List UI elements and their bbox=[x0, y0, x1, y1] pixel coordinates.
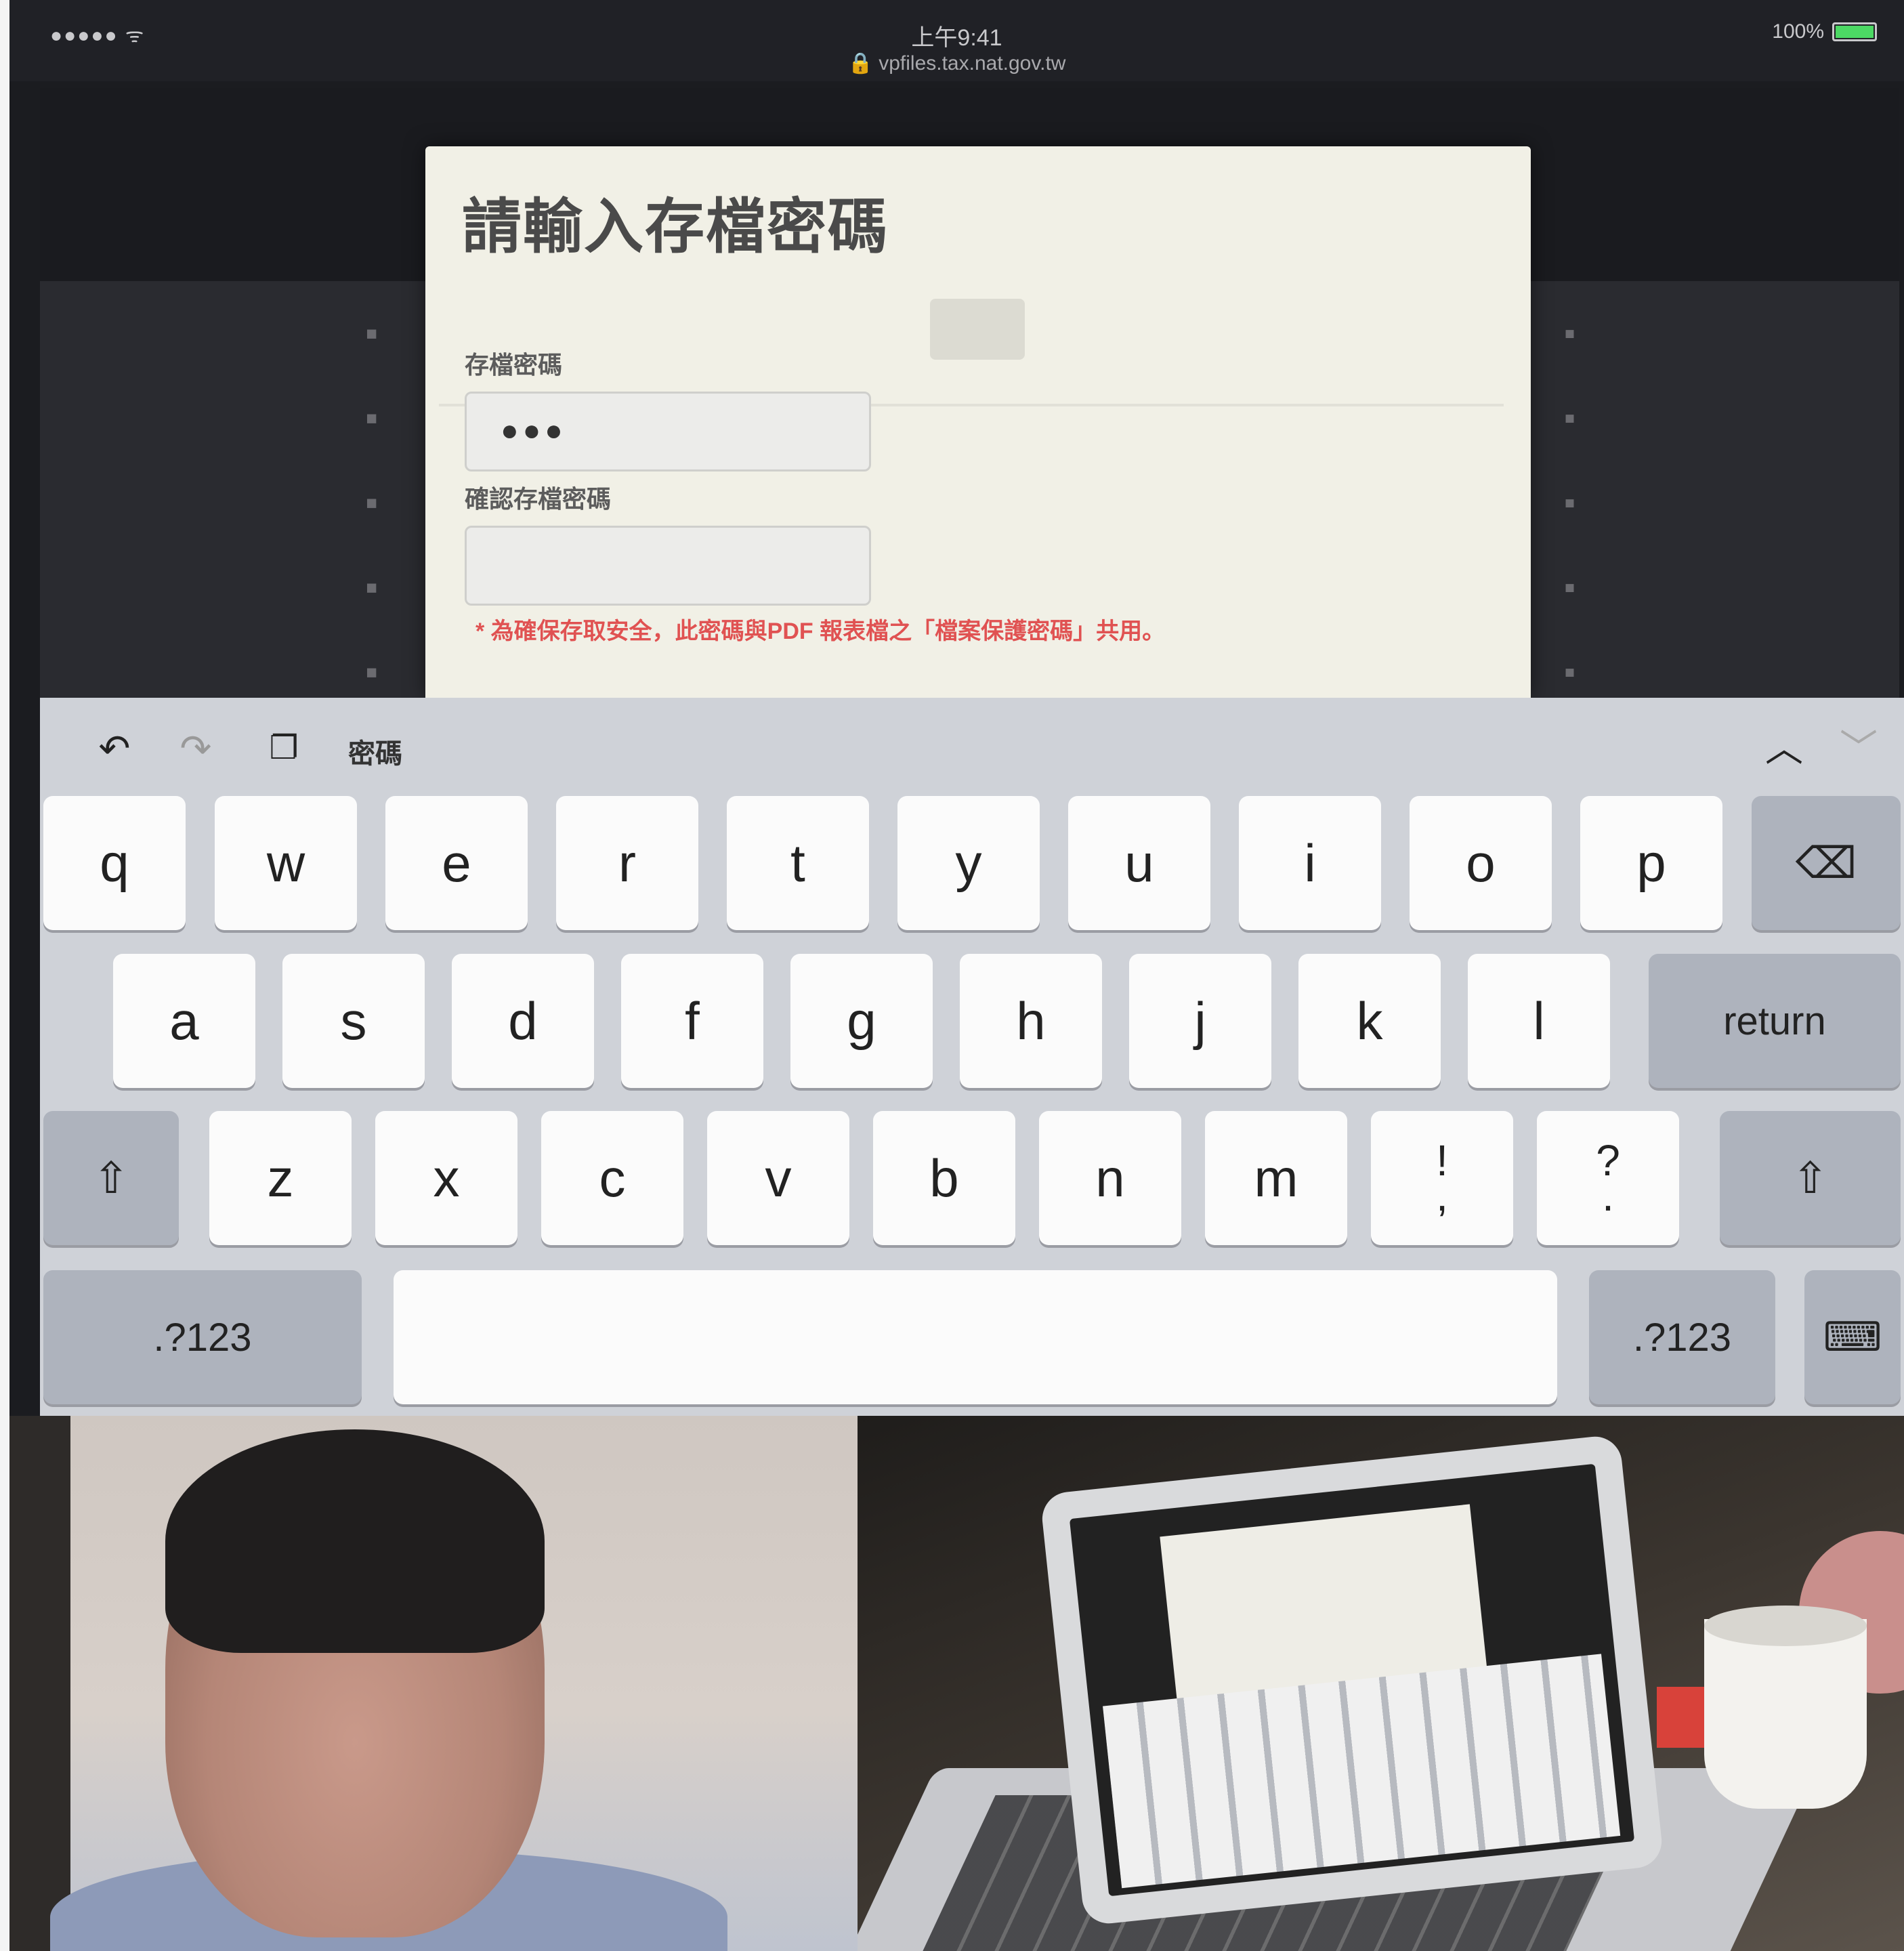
key-comma-label: , bbox=[1436, 1171, 1448, 1220]
status-time: 上午9:41 bbox=[911, 25, 1002, 51]
key-q[interactable]: q bbox=[43, 796, 186, 930]
ipad-screen: ●●●●● ᯤ 上午9:41 🔒 vpfiles.tax.nat.gov.tw … bbox=[9, 0, 1904, 1416]
key-h[interactable]: h bbox=[960, 954, 1102, 1088]
space-bar[interactable] bbox=[394, 1270, 1557, 1404]
paste-icon[interactable]: ❐ bbox=[260, 725, 308, 772]
redo-icon[interactable]: ↷ bbox=[172, 725, 219, 772]
ipad-device-screen bbox=[1069, 1463, 1635, 1897]
frame-border bbox=[0, 0, 9, 1951]
ipad-device bbox=[1039, 1433, 1665, 1927]
shift-right-key[interactable]: ⇧ bbox=[1720, 1111, 1901, 1245]
onscreen-keyboard: ↶ ↷ ❐ 密碼 ︿ ﹀ q w e r t y u i o p ⌫ a s d… bbox=[40, 698, 1904, 1416]
key-a[interactable]: a bbox=[113, 954, 255, 1088]
key-l[interactable]: l bbox=[1468, 954, 1610, 1088]
key-w[interactable]: w bbox=[215, 796, 357, 930]
chevron-up-icon[interactable]: ︿ bbox=[1760, 725, 1808, 772]
status-bar: ●●●●● ᯤ 上午9:41 🔒 vpfiles.tax.nat.gov.tw … bbox=[9, 0, 1904, 81]
shift-icon: ⇧ bbox=[1792, 1153, 1829, 1202]
desk-camera bbox=[858, 1416, 1904, 1951]
key-b[interactable]: b bbox=[873, 1111, 1015, 1245]
password-field[interactable]: ●●● bbox=[465, 392, 871, 471]
dialog-title: 請輸入存檔密碼 bbox=[462, 193, 889, 260]
webcam-overlay bbox=[9, 1416, 1904, 1951]
key-period-label: . bbox=[1602, 1171, 1614, 1220]
keyboard-dismiss-icon: ⌨ bbox=[1823, 1314, 1882, 1360]
key-p[interactable]: p bbox=[1580, 796, 1722, 930]
password-label: 存檔密碼 bbox=[465, 351, 563, 379]
key-m[interactable]: m bbox=[1205, 1111, 1347, 1245]
key-f[interactable]: f bbox=[621, 954, 763, 1088]
dimmed-table-right: ▪ ▪ ▪ ▪ ▪ bbox=[1564, 316, 1576, 690]
video-frame: ●●●●● ᯤ 上午9:41 🔒 vpfiles.tax.nat.gov.tw … bbox=[0, 0, 1904, 1951]
key-o[interactable]: o bbox=[1410, 796, 1552, 930]
key-exclaim-comma[interactable]: !, bbox=[1371, 1111, 1513, 1245]
address-url[interactable]: 🔒 vpfiles.tax.nat.gov.tw bbox=[9, 51, 1904, 75]
key-y[interactable]: y bbox=[897, 796, 1040, 930]
key-v[interactable]: v bbox=[707, 1111, 849, 1245]
password-value: ●●● bbox=[501, 414, 567, 447]
key-z[interactable]: z bbox=[209, 1111, 352, 1245]
coffee-cup-rim bbox=[1704, 1606, 1867, 1646]
key-i[interactable]: i bbox=[1239, 796, 1381, 930]
background-wall bbox=[9, 1416, 70, 1951]
save-password-dialog: 請輸入存檔密碼 存檔密碼 ●●● 確認存檔密碼 * 為確保存取安全，此密碼與PD… bbox=[425, 146, 1531, 698]
coffee-cup bbox=[1704, 1619, 1867, 1809]
battery-percent: 100% bbox=[1772, 20, 1824, 43]
numbers-right-key[interactable]: .?123 bbox=[1589, 1270, 1775, 1404]
key-g[interactable]: g bbox=[790, 954, 933, 1088]
confirm-password-label: 確認存檔密碼 bbox=[465, 485, 612, 513]
key-e[interactable]: e bbox=[385, 796, 528, 930]
key-n[interactable]: n bbox=[1039, 1111, 1181, 1245]
security-note: * 為確保存取安全，此密碼與PDF 報表檔之「檔案保護密碼」共用。 bbox=[475, 618, 1166, 644]
key-u[interactable]: u bbox=[1068, 796, 1210, 930]
key-question-period[interactable]: ?. bbox=[1537, 1111, 1679, 1245]
toolbar-label: 密碼 bbox=[348, 739, 402, 769]
battery-status: 100% bbox=[1772, 20, 1877, 43]
confirm-password-field[interactable] bbox=[465, 526, 871, 606]
keyboard-toolbar: ↶ ↷ ❐ 密碼 ︿ ﹀ bbox=[40, 698, 1904, 799]
return-key[interactable]: return bbox=[1649, 954, 1901, 1088]
key-s[interactable]: s bbox=[282, 954, 425, 1088]
key-j[interactable]: j bbox=[1129, 954, 1271, 1088]
numbers-left-key[interactable]: .?123 bbox=[43, 1270, 362, 1404]
dialog-button[interactable] bbox=[930, 299, 1025, 360]
battery-icon bbox=[1832, 22, 1877, 41]
presenter-camera bbox=[9, 1416, 858, 1951]
key-x[interactable]: x bbox=[375, 1111, 517, 1245]
shift-left-key[interactable]: ⇧ bbox=[43, 1111, 179, 1245]
presenter-hair bbox=[165, 1429, 545, 1653]
key-d[interactable]: d bbox=[452, 954, 594, 1088]
backspace-icon: ⌫ bbox=[1795, 838, 1857, 887]
shift-icon: ⇧ bbox=[93, 1153, 129, 1202]
chevron-down-icon[interactable]: ﹀ bbox=[1835, 725, 1882, 772]
key-k[interactable]: k bbox=[1298, 954, 1441, 1088]
backspace-key[interactable]: ⌫ bbox=[1752, 796, 1901, 930]
key-c[interactable]: c bbox=[541, 1111, 683, 1245]
undo-icon[interactable]: ↶ bbox=[91, 725, 138, 772]
key-t[interactable]: t bbox=[727, 796, 869, 930]
dismiss-keyboard-key[interactable]: ⌨ bbox=[1804, 1270, 1901, 1404]
dimmed-table-left: ▪ ▪ ▪ ▪ ▪ bbox=[365, 313, 379, 692]
key-r[interactable]: r bbox=[556, 796, 698, 930]
